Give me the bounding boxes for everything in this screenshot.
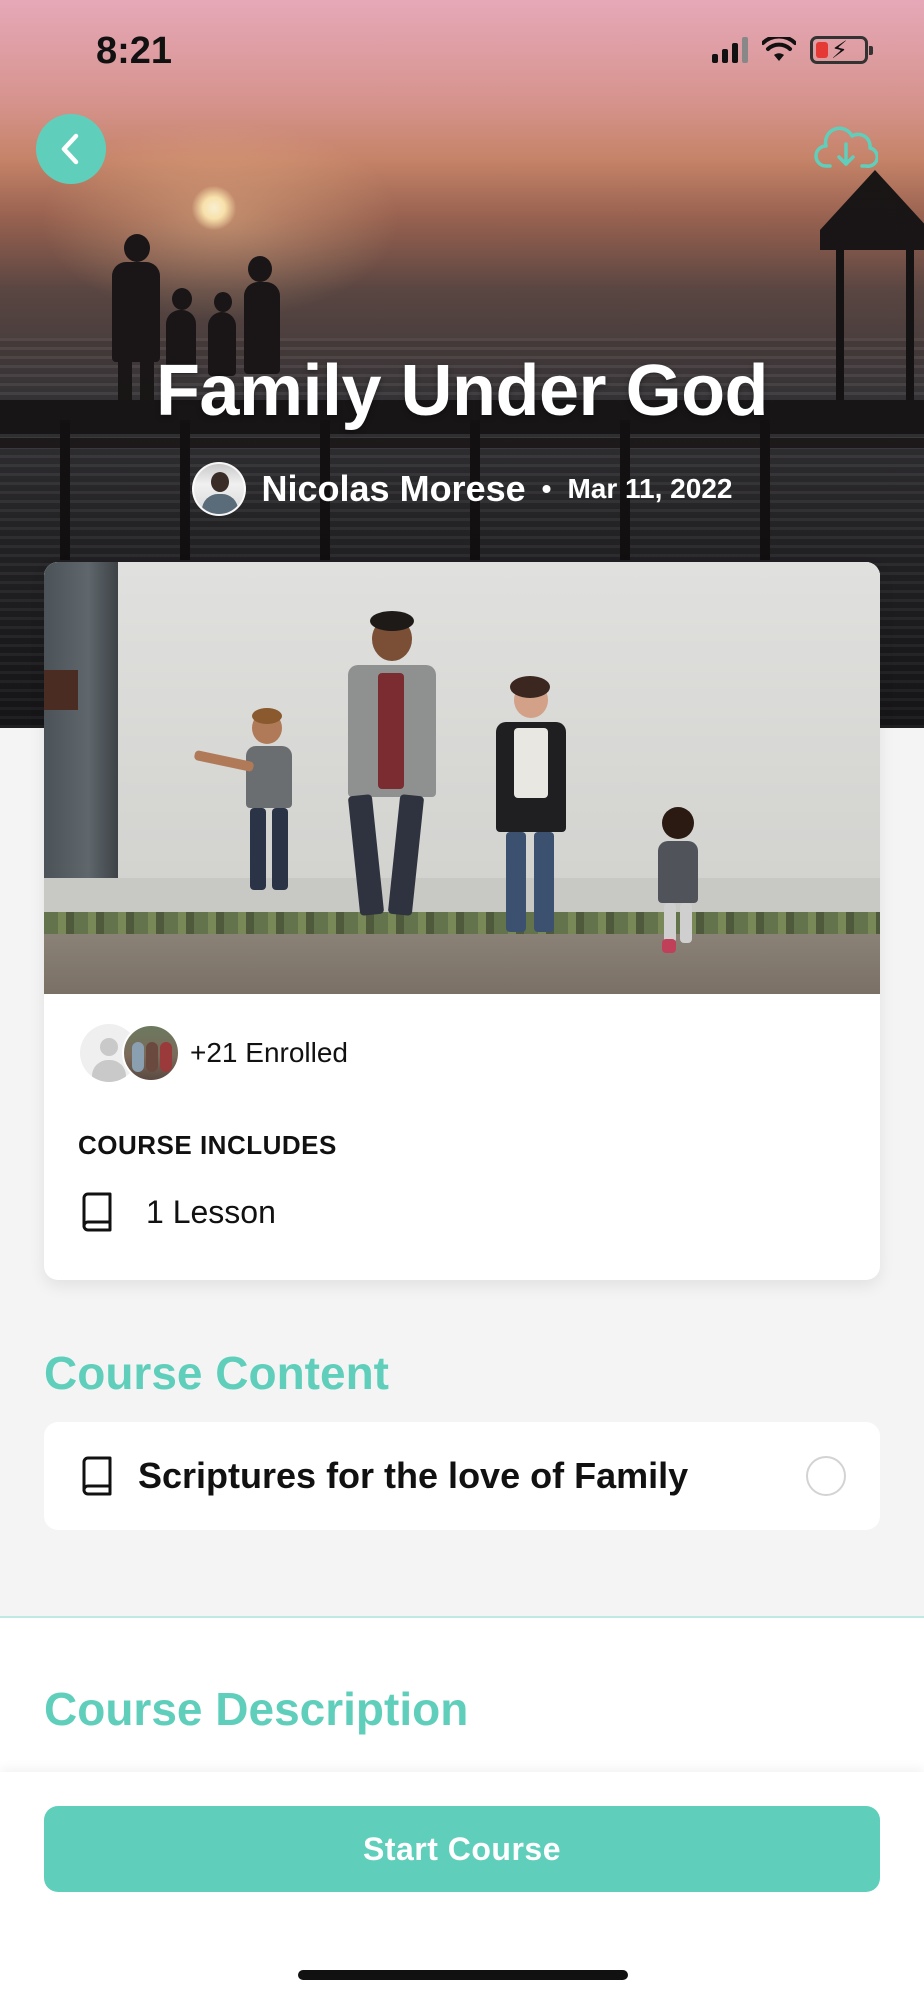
cloud-download-icon xyxy=(814,126,879,168)
author-avatar[interactable] xyxy=(191,462,246,516)
course-content-title: Course Content xyxy=(44,1347,389,1399)
download-button[interactable] xyxy=(814,120,879,174)
separator-dot: • xyxy=(541,473,552,504)
course-card: +21 Enrolled COURSE INCLUDES 1 Lesson xyxy=(44,562,880,1280)
enrolled-row[interactable]: +21 Enrolled xyxy=(80,1024,348,1082)
lesson-item[interactable]: Scriptures for the love of Family xyxy=(44,1422,880,1530)
lesson-completion-radio[interactable] xyxy=(806,1456,846,1496)
course-cover-image xyxy=(44,562,880,994)
author-row: Nicolas Morese • Mar 11, 2022 xyxy=(0,462,924,516)
avatar-group-photo xyxy=(122,1024,180,1082)
includes-item: 1 Lesson xyxy=(78,1192,276,1232)
book-icon xyxy=(82,1192,112,1232)
publish-date: Mar 11, 2022 xyxy=(567,473,733,504)
status-time: 8:21 xyxy=(96,30,173,72)
battery-low-charging-icon: ⚡ xyxy=(810,36,873,64)
status-icons: ⚡ xyxy=(712,36,873,64)
lesson-title: Scriptures for the love of Family xyxy=(138,1455,689,1496)
cellular-signal-icon xyxy=(712,37,748,63)
includes-item-label: 1 Lesson xyxy=(146,1193,276,1230)
back-button[interactable] xyxy=(36,114,106,184)
chevron-left-icon xyxy=(61,133,79,165)
enrolled-count: +21 Enrolled xyxy=(190,1037,349,1068)
start-course-button[interactable]: Start Course xyxy=(44,1806,880,1892)
course-title: Family Under God xyxy=(155,351,769,431)
author-name[interactable]: Nicolas Morese xyxy=(262,468,526,510)
course-description-title: Course Description xyxy=(44,1683,469,1735)
book-icon xyxy=(82,1456,112,1496)
wifi-icon xyxy=(762,37,796,61)
home-indicator[interactable] xyxy=(298,1970,628,1980)
course-includes-label: COURSE INCLUDES xyxy=(78,1130,337,1160)
